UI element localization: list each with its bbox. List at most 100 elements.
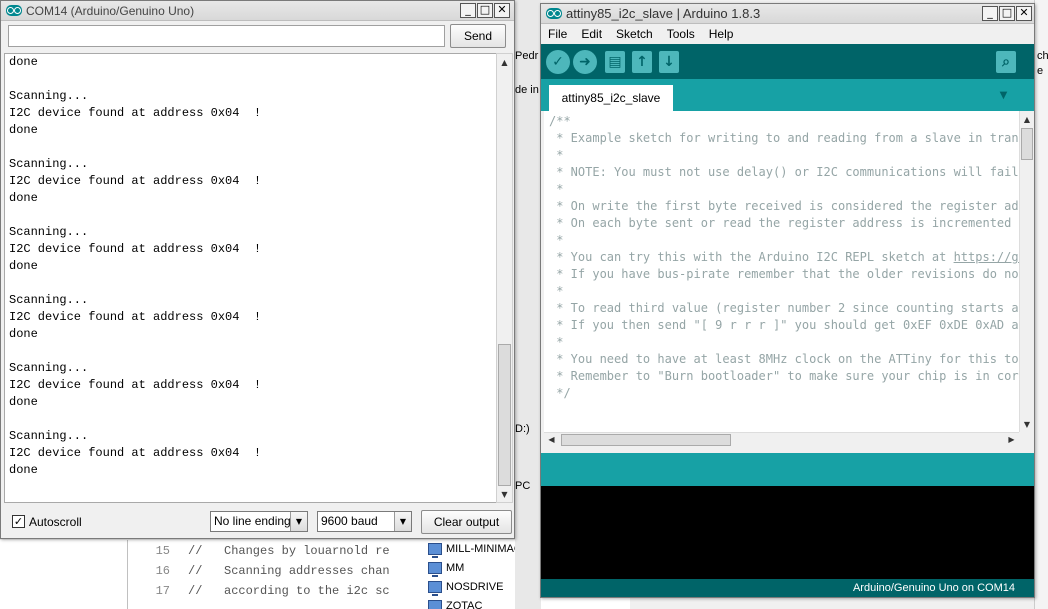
code-line: * On write the first byte received is co…	[549, 199, 1019, 213]
serial-output-line: I2C device found at address 0x04 !	[9, 446, 262, 460]
background-right-edge: ch e	[1034, 0, 1048, 609]
scroll-down-icon[interactable]: ▼	[497, 486, 512, 502]
close-icon[interactable]: ✕	[494, 3, 510, 18]
ide-console[interactable]	[541, 486, 1034, 579]
arduino-logo-icon	[546, 8, 562, 19]
background-text-fragment: PC	[515, 480, 531, 492]
code-line: *	[549, 284, 564, 298]
line-text: // Changes by louarnold re	[188, 544, 390, 558]
network-tree-label: ZOTAC	[446, 600, 483, 609]
serial-output-line: done	[9, 395, 38, 409]
chevron-down-icon: ▼	[394, 512, 411, 531]
menu-edit[interactable]: Edit	[574, 27, 609, 41]
menu-tools[interactable]: Tools	[660, 27, 702, 41]
chevron-down-icon: ▼	[290, 512, 307, 531]
serial-output-line	[9, 139, 496, 156]
background-text-fragment: ch	[1037, 50, 1048, 62]
console-status-bar	[541, 453, 1034, 486]
arduino-logo-icon	[6, 5, 22, 16]
background-text-fragment: Pedr	[515, 50, 539, 62]
minimize-icon[interactable]: _	[460, 3, 476, 18]
serial-monitor-icon[interactable]: ⌕	[996, 51, 1016, 73]
menu-sketch[interactable]: Sketch	[609, 27, 660, 41]
network-tree-label: MILL-MINIMAC	[446, 543, 522, 555]
background-editor-gutter	[0, 540, 128, 609]
line-text: // according to the i2c sc	[188, 584, 390, 598]
serial-footer: ✓ Autoscroll No line ending ▼ 9600 baud …	[1, 506, 514, 538]
serial-output-line: Scanning...	[9, 157, 89, 171]
new-sketch-icon[interactable]: ▤	[605, 51, 625, 73]
code-line: * NOTE: You must not use delay() or I2C …	[549, 165, 1019, 179]
code-line: */	[549, 386, 571, 400]
scroll-thumb[interactable]	[498, 344, 511, 486]
serial-titlebar[interactable]: COM14 (Arduino/Genuino Uno) _ □ ✕	[1, 1, 514, 21]
menu-file[interactable]: File	[541, 27, 574, 41]
serial-output-line: I2C device found at address 0x04 !	[9, 378, 262, 392]
network-tree-item[interactable]: ZOTAC	[428, 597, 482, 609]
baud-rate-value: 9600 baud	[321, 514, 378, 528]
background-text-fragment: D:)	[515, 423, 530, 435]
maximize-icon[interactable]: □	[999, 6, 1015, 21]
computer-icon	[428, 581, 442, 596]
scroll-thumb[interactable]	[1021, 128, 1033, 160]
tab-menu-chevron-icon[interactable]: ▼	[996, 88, 1011, 102]
scroll-thumb[interactable]	[561, 434, 731, 446]
tab-attiny85-i2c-slave[interactable]: attiny85_i2c_slave	[549, 85, 673, 111]
scroll-up-icon[interactable]: ▲	[1020, 111, 1034, 127]
save-sketch-icon[interactable]: ↓	[659, 51, 679, 73]
ide-window-controls: _ □ ✕	[982, 6, 1032, 21]
background-network-tree: MILL-MINIMAC MM NOSDRIVE ZOTAC	[400, 540, 530, 609]
serial-output-line	[9, 275, 496, 292]
code-link[interactable]: https://git	[954, 250, 1019, 264]
autoscroll-checkbox[interactable]: ✓	[12, 515, 25, 528]
send-button[interactable]: Send	[450, 24, 506, 48]
scroll-down-icon[interactable]: ▼	[1020, 416, 1034, 432]
serial-output-line	[9, 71, 496, 88]
editor-vertical-scrollbar[interactable]: ▲ ▼	[1019, 111, 1034, 432]
network-tree-item[interactable]: MM	[428, 559, 464, 577]
line-ending-value: No line ending	[214, 514, 291, 528]
autoscroll-label: Autoscroll	[29, 515, 82, 529]
code-line: *	[549, 233, 564, 247]
ide-window-title: attiny85_i2c_slave | Arduino 1.8.3	[566, 6, 761, 21]
ide-titlebar[interactable]: attiny85_i2c_slave | Arduino 1.8.3 _ □ ✕	[541, 4, 1034, 24]
computer-icon	[428, 543, 442, 558]
serial-output-line: done	[9, 259, 38, 273]
verify-icon[interactable]: ✓	[546, 50, 570, 74]
background-text-fragment: de in	[515, 84, 539, 96]
maximize-icon[interactable]: □	[477, 3, 493, 18]
upload-icon[interactable]: ➜	[573, 50, 597, 74]
ide-tab-strip: attiny85_i2c_slave ▼	[541, 79, 1034, 111]
line-ending-select[interactable]: No line ending ▼	[210, 511, 308, 532]
network-tree-label: NOSDRIVE	[446, 581, 504, 593]
computer-icon	[428, 600, 442, 609]
scroll-up-icon[interactable]: ▲	[497, 54, 512, 70]
editor-horizontal-scrollbar[interactable]: ◀ ▶	[544, 432, 1019, 447]
open-sketch-icon[interactable]: ↑	[632, 51, 652, 73]
serial-output-line	[9, 411, 496, 428]
serial-output-line: I2C device found at address 0x04 !	[9, 310, 262, 324]
serial-window-controls: _ □ ✕	[460, 3, 510, 18]
serial-output-area[interactable]: done Scanning... I2C device found at addre…	[4, 53, 497, 503]
serial-output-line	[9, 343, 496, 360]
serial-output-line: done	[9, 327, 38, 341]
serial-output-line: I2C device found at address 0x04 !	[9, 174, 262, 188]
serial-window-title: COM14 (Arduino/Genuino Uno)	[26, 3, 195, 18]
code-line: *	[549, 335, 564, 349]
code-line: * You can try this with the Arduino I2C …	[549, 249, 1019, 266]
code-editor[interactable]: /** * Example sketch for writing to and …	[544, 111, 1019, 432]
clear-output-button[interactable]: Clear output	[421, 510, 512, 534]
baud-rate-select[interactable]: 9600 baud ▼	[317, 511, 412, 532]
network-tree-item[interactable]: NOSDRIVE	[428, 578, 503, 596]
close-icon[interactable]: ✕	[1016, 6, 1032, 21]
serial-vertical-scrollbar[interactable]: ▲ ▼	[496, 53, 513, 503]
line-number: 17	[155, 584, 170, 598]
network-tree-item[interactable]: MILL-MINIMAC	[428, 540, 522, 558]
serial-send-input[interactable]	[8, 25, 445, 47]
scroll-right-icon[interactable]: ▶	[1004, 432, 1019, 447]
scroll-left-icon[interactable]: ◀	[544, 432, 559, 447]
menu-help[interactable]: Help	[702, 27, 741, 41]
minimize-icon[interactable]: _	[982, 6, 998, 21]
serial-output-line: done	[9, 55, 38, 69]
serial-output-line: Scanning...	[9, 225, 89, 239]
